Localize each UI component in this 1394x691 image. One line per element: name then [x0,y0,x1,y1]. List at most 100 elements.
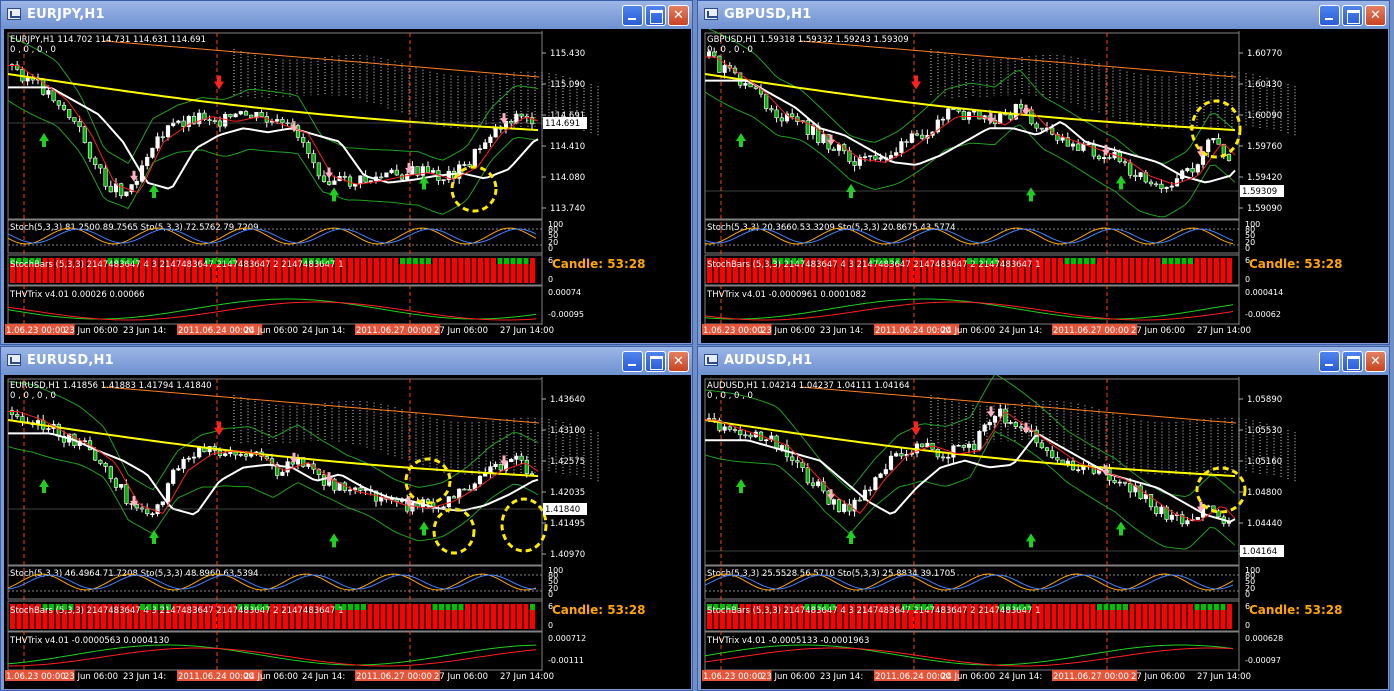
price-tick-label: 1.04800 [1247,488,1282,498]
trix-tick-label: 0.00074 [548,288,581,297]
stochbars-tick-label: 0 [548,621,553,630]
signal-arrow-icon [329,533,339,548]
window-titlebar[interactable]: AUDUSD,H1 ✕ [698,347,1389,375]
minimize-button[interactable] [622,351,643,372]
stochbar-top-cell [517,258,522,264]
stochbar-top-cell [1207,258,1213,264]
candle-body [1195,517,1200,520]
close-button[interactable]: ✕ [668,5,689,26]
chart-window-eurusd[interactable]: EURUSD,H1 ✕ EURUSD,H1 1.41856 1.41883 1.… [0,346,693,691]
stochbar-top-cell [439,604,444,610]
stochbar-cell [1097,264,1102,283]
candle-body [810,482,816,486]
trix-signal-line [704,647,1234,667]
price-tick-label: 1.42035 [550,488,585,498]
stochbar-top-cell [478,258,483,264]
chart-svg[interactable]: GBPUSD,H1 1.59318 1.59332 1.59243 1.5930… [701,29,1388,343]
price-tick-label: 1.40970 [550,550,585,560]
stochbars-label: StochBars (5,3,3) 2147483647 4 3 2147483… [10,606,343,616]
trix-line [7,298,537,320]
stochbars-tick-label: 6 [548,256,553,265]
stochbar-top-cell [1071,258,1076,264]
candle-body [852,161,857,166]
stochbar-cell [1129,610,1135,629]
stochbar-top-cell [354,604,360,610]
stochbar-top-cell [1188,604,1193,610]
stochbar-top-cell [1162,258,1167,264]
date-axis-label: 1.06.23 00:00 [6,326,66,336]
close-button[interactable]: ✕ [1365,351,1386,372]
chart-area[interactable]: AUDUSD,H1 1.04214 1.04237 1.04111 1.0416… [701,375,1388,689]
chart-area[interactable]: EURJPY,H1 114.702 114.731 114.631 114.69… [4,29,691,343]
candle-body [946,108,951,120]
chart-svg[interactable]: EURJPY,H1 114.702 114.731 114.631 114.69… [4,29,691,343]
candle-body [956,109,961,112]
candle-body [134,181,139,185]
maximize-button[interactable] [645,5,666,26]
chart-svg[interactable]: EURUSD,H1 1.41856 1.41883 1.41794 1.4184… [4,375,691,689]
candle-body [722,64,727,73]
window-titlebar[interactable]: EURUSD,H1 ✕ [1,347,692,375]
candle-body [966,111,972,120]
stochbar-top-cell [393,604,399,610]
trix-label: THVTrix v4.01 -0.0000961 0.0001082 [706,290,866,300]
stoch-label: Stoch(5,3,3) 20.3660 53.3209 Sto(5,3,3) … [707,223,956,233]
close-button[interactable]: ✕ [1365,5,1386,26]
chart-area[interactable]: EURUSD,H1 1.41856 1.41883 1.41794 1.4184… [4,375,691,689]
candle-body [181,458,186,469]
trix-tick-label: 0.000628 [1245,634,1283,643]
candle-body [186,457,191,460]
stochbar-cell [348,610,353,629]
candle-body [1195,164,1200,173]
stochbar-cell [387,610,392,629]
candle-body [977,431,982,451]
stochbar-cell [1110,610,1115,629]
stochbar-top-cell [1123,258,1128,264]
candle-body [223,113,228,127]
stochbar-cell [361,610,366,629]
stochbar-top-cell [1051,604,1057,610]
minimize-button[interactable] [622,5,643,26]
window-titlebar[interactable]: EURJPY,H1 ✕ [1,1,692,29]
maximize-button[interactable] [1342,5,1363,26]
date-axis-label: 23 Jun 14: [820,326,863,336]
window-titlebar[interactable]: GBPUSD,H1 ✕ [698,1,1389,29]
chart-window-gbpusd[interactable]: GBPUSD,H1 ✕ GBPUSD,H1 1.59318 1.59332 1.… [697,0,1390,345]
candle-body [321,175,327,182]
stochbar-top-cell [484,604,490,610]
stochbar-cell [400,264,405,283]
candle-body [1169,514,1174,520]
chart-svg[interactable]: AUDUSD,H1 1.04214 1.04237 1.04111 1.0416… [701,375,1388,689]
candle-body [87,142,93,159]
candle-body [1185,520,1190,525]
date-axis-label: 2011.06.24 00:00 [178,672,254,682]
stochbar-top-cell [348,258,353,264]
date-axis-label: 2011.06.24 00:00 [875,672,951,682]
minimize-button[interactable] [1319,351,1340,372]
candle-body [51,90,56,102]
maximize-button[interactable] [645,351,666,372]
stochbar-top-cell [504,604,509,610]
date-axis-label: 2011.06.27 00:00 [1053,326,1129,336]
stochbar-cell [1181,264,1187,283]
close-button[interactable]: ✕ [668,351,689,372]
maximize-button[interactable] [1342,351,1363,372]
candle-body [119,183,124,197]
stochbar-top-cell [1129,604,1135,610]
stochbar-cell [1116,610,1122,629]
highlight-ring [432,507,476,555]
chart-area[interactable]: GBPUSD,H1 1.59318 1.59332 1.59243 1.5930… [701,29,1388,343]
candle-body [868,155,873,157]
chart-window-eurjpy[interactable]: EURJPY,H1 ✕ EURJPY,H1 114.702 114.731 11… [0,0,693,345]
candle-body [483,142,488,149]
candle-body [477,148,483,150]
minimize-button[interactable] [1319,5,1340,26]
candle-body [1122,161,1128,164]
chart-window-audusd[interactable]: AUDUSD,H1 ✕ AUDUSD,H1 1.04214 1.04237 1.… [697,346,1390,691]
signal-arrow-icon [1116,175,1126,190]
stochbar-cell [1097,610,1102,629]
window-title: AUDUSD,H1 [724,353,813,368]
stochbar-top-cell [1142,258,1148,264]
candle-body [446,496,451,508]
stochbar-cell [510,610,516,629]
